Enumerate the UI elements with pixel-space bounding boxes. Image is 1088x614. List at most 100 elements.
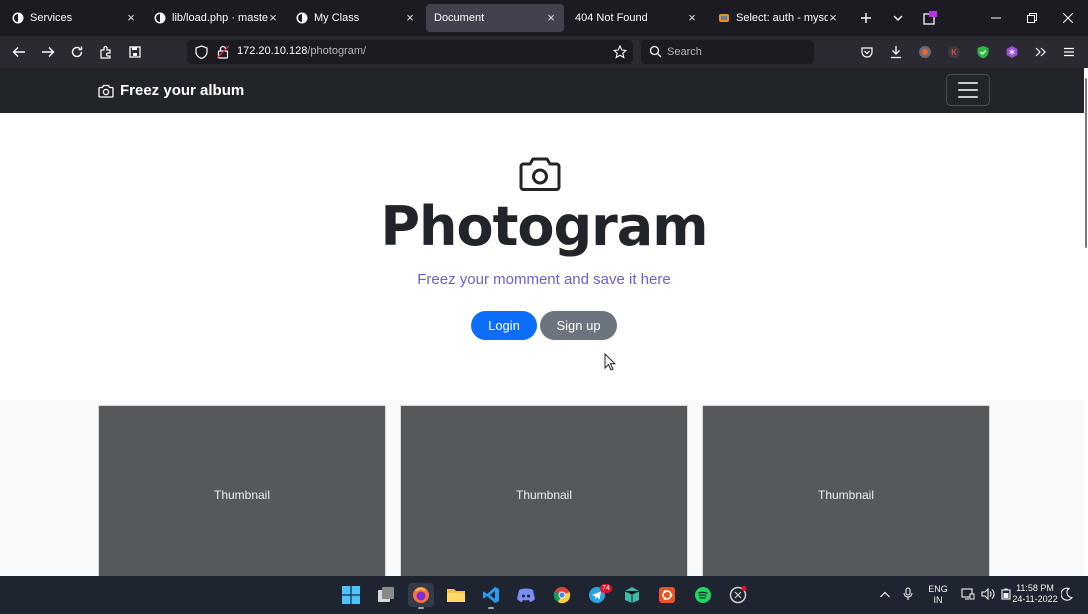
camera-icon xyxy=(519,156,561,195)
tab-title: My Class xyxy=(314,12,360,24)
tab-404[interactable]: 404 Not Found × xyxy=(567,4,705,32)
chrome-icon[interactable] xyxy=(549,583,575,607)
running-indicator xyxy=(488,607,494,609)
tab-load-php[interactable]: lib/load.php · master · × xyxy=(146,4,286,32)
login-button[interactable]: Login xyxy=(471,311,537,340)
insecure-lock-icon[interactable] xyxy=(216,45,230,62)
extension-hexagon-icon[interactable] xyxy=(1002,42,1022,62)
page-title: Photogram xyxy=(380,195,708,258)
focus-assist-moon-icon[interactable] xyxy=(1060,587,1074,604)
clock-date: 24-11-2022 xyxy=(1012,594,1058,604)
save-page-icon[interactable] xyxy=(125,42,145,62)
new-tab-icon[interactable] xyxy=(856,8,876,28)
back-arrow-icon[interactable] xyxy=(9,42,29,62)
extensions-puzzle-icon[interactable] xyxy=(96,42,116,62)
tab-document[interactable]: Document × xyxy=(426,4,564,32)
restore-icon[interactable] xyxy=(1020,6,1044,30)
close-tab-icon[interactable]: × xyxy=(268,11,278,24)
extension-xl-icon[interactable] xyxy=(920,8,940,28)
clock[interactable]: 11:58 PM 24-11-2022 xyxy=(1010,583,1060,605)
reload-icon[interactable] xyxy=(67,42,87,62)
show-hidden-icons-icon[interactable] xyxy=(879,589,891,603)
language-region: IN xyxy=(933,595,943,605)
thumbnail-card[interactable]: Thumbnail xyxy=(400,405,688,581)
brand-name: Freez your album xyxy=(120,82,245,99)
thumbnail-label: Thumbnail xyxy=(817,488,875,502)
bookmark-star-icon[interactable] xyxy=(612,44,628,62)
site-navbar: Freez your album xyxy=(0,68,1084,113)
extension-k-icon[interactable]: K xyxy=(944,42,964,62)
file-explorer-icon[interactable] xyxy=(443,583,469,607)
close-tab-icon[interactable]: × xyxy=(126,11,136,24)
running-indicator xyxy=(418,607,424,609)
microphone-icon[interactable] xyxy=(903,587,913,604)
network-icon[interactable] xyxy=(961,588,975,603)
hero-section: Photogram Freez your momment and save it… xyxy=(0,113,1084,400)
url-path: /photogram/ xyxy=(307,45,367,57)
tracking-shield-icon[interactable] xyxy=(195,45,208,62)
thumbnail-label: Thumbnail xyxy=(515,488,573,502)
forward-arrow-icon[interactable] xyxy=(38,42,58,62)
tab-title: 404 Not Found xyxy=(575,12,648,24)
pocket-icon[interactable] xyxy=(857,42,877,62)
url-host: 172.20.10.128 xyxy=(237,45,308,57)
vscode-icon[interactable] xyxy=(478,583,504,607)
url-text[interactable]: 172.20.10.128/photogram/ xyxy=(237,45,366,57)
toggler-bar xyxy=(958,96,978,98)
ubuntu-icon[interactable] xyxy=(654,583,680,607)
url-bar[interactable]: 172.20.10.128/photogram/ xyxy=(187,40,633,64)
discord-icon[interactable] xyxy=(513,583,539,607)
page-favicon-icon xyxy=(12,12,24,24)
downloads-icon[interactable] xyxy=(886,42,906,62)
album-section: Thumbnail Thumbnail Thumbnail xyxy=(0,400,1084,581)
svg-text:K: K xyxy=(951,48,957,57)
tab-title: lib/load.php · master · xyxy=(172,12,268,24)
tab-services[interactable]: Services × xyxy=(4,4,144,32)
page-favicon-icon xyxy=(154,12,166,24)
list-all-tabs-icon[interactable] xyxy=(888,8,908,28)
close-tab-icon[interactable]: × xyxy=(546,11,556,24)
brand-link[interactable]: Freez your album xyxy=(98,82,244,99)
close-tab-icon[interactable]: × xyxy=(405,11,415,24)
tab-title: Select: auth - mysql.se xyxy=(736,12,828,24)
tab-title: Document xyxy=(434,12,485,24)
notification-badge: 74 xyxy=(600,584,612,593)
github-desktop-icon[interactable] xyxy=(725,583,751,607)
search-bar[interactable]: Search xyxy=(641,40,814,64)
minimize-icon[interactable] xyxy=(984,6,1008,30)
clock-time: 11:58 PM xyxy=(1016,583,1054,593)
page-scrollbar[interactable] xyxy=(1084,68,1088,576)
scrollbar-thumb[interactable] xyxy=(1085,78,1087,248)
signup-button[interactable]: Sign up xyxy=(540,311,617,340)
toggler-bar xyxy=(958,82,978,84)
search-input[interactable]: Search xyxy=(667,46,702,58)
hamburger-menu-icon[interactable] xyxy=(1059,42,1079,62)
toggler-bar xyxy=(958,89,978,91)
firefox-taskbar-icon[interactable] xyxy=(408,583,434,607)
tab-title: Services xyxy=(30,12,73,24)
spotify-icon[interactable] xyxy=(690,583,716,607)
tab-my-class[interactable]: My Class × xyxy=(288,4,423,32)
thumbnail-label: Thumbnail xyxy=(213,488,271,502)
tab-select-auth[interactable]: Select: auth - mysql.se × xyxy=(710,4,846,32)
windows-start-icon[interactable] xyxy=(338,583,364,607)
hero-subtitle: Freez your momment and save it here xyxy=(417,271,671,288)
search-icon xyxy=(649,45,662,61)
browser-tab-bar: Services × lib/load.php · master · × My … xyxy=(0,0,1088,36)
navbar-toggler-button[interactable] xyxy=(946,74,990,106)
profile-avatar-icon[interactable] xyxy=(915,42,935,62)
task-view-icon[interactable] xyxy=(373,583,399,607)
camera-icon xyxy=(98,84,114,98)
volume-icon[interactable] xyxy=(981,587,995,603)
mouse-cursor-icon xyxy=(604,352,617,374)
close-tab-icon[interactable]: × xyxy=(687,11,697,24)
thumbnail-card[interactable]: Thumbnail xyxy=(702,405,990,581)
close-tab-icon[interactable]: × xyxy=(828,11,838,24)
adblock-shield-icon[interactable] xyxy=(973,42,993,62)
store-app-icon[interactable] xyxy=(619,583,645,607)
close-window-icon[interactable] xyxy=(1056,6,1080,30)
input-language-indicator[interactable]: ENG IN xyxy=(925,584,951,606)
more-tools-chevron-icon[interactable] xyxy=(1030,42,1050,62)
page-favicon-icon xyxy=(296,12,308,24)
thumbnail-card[interactable]: Thumbnail xyxy=(98,405,386,581)
